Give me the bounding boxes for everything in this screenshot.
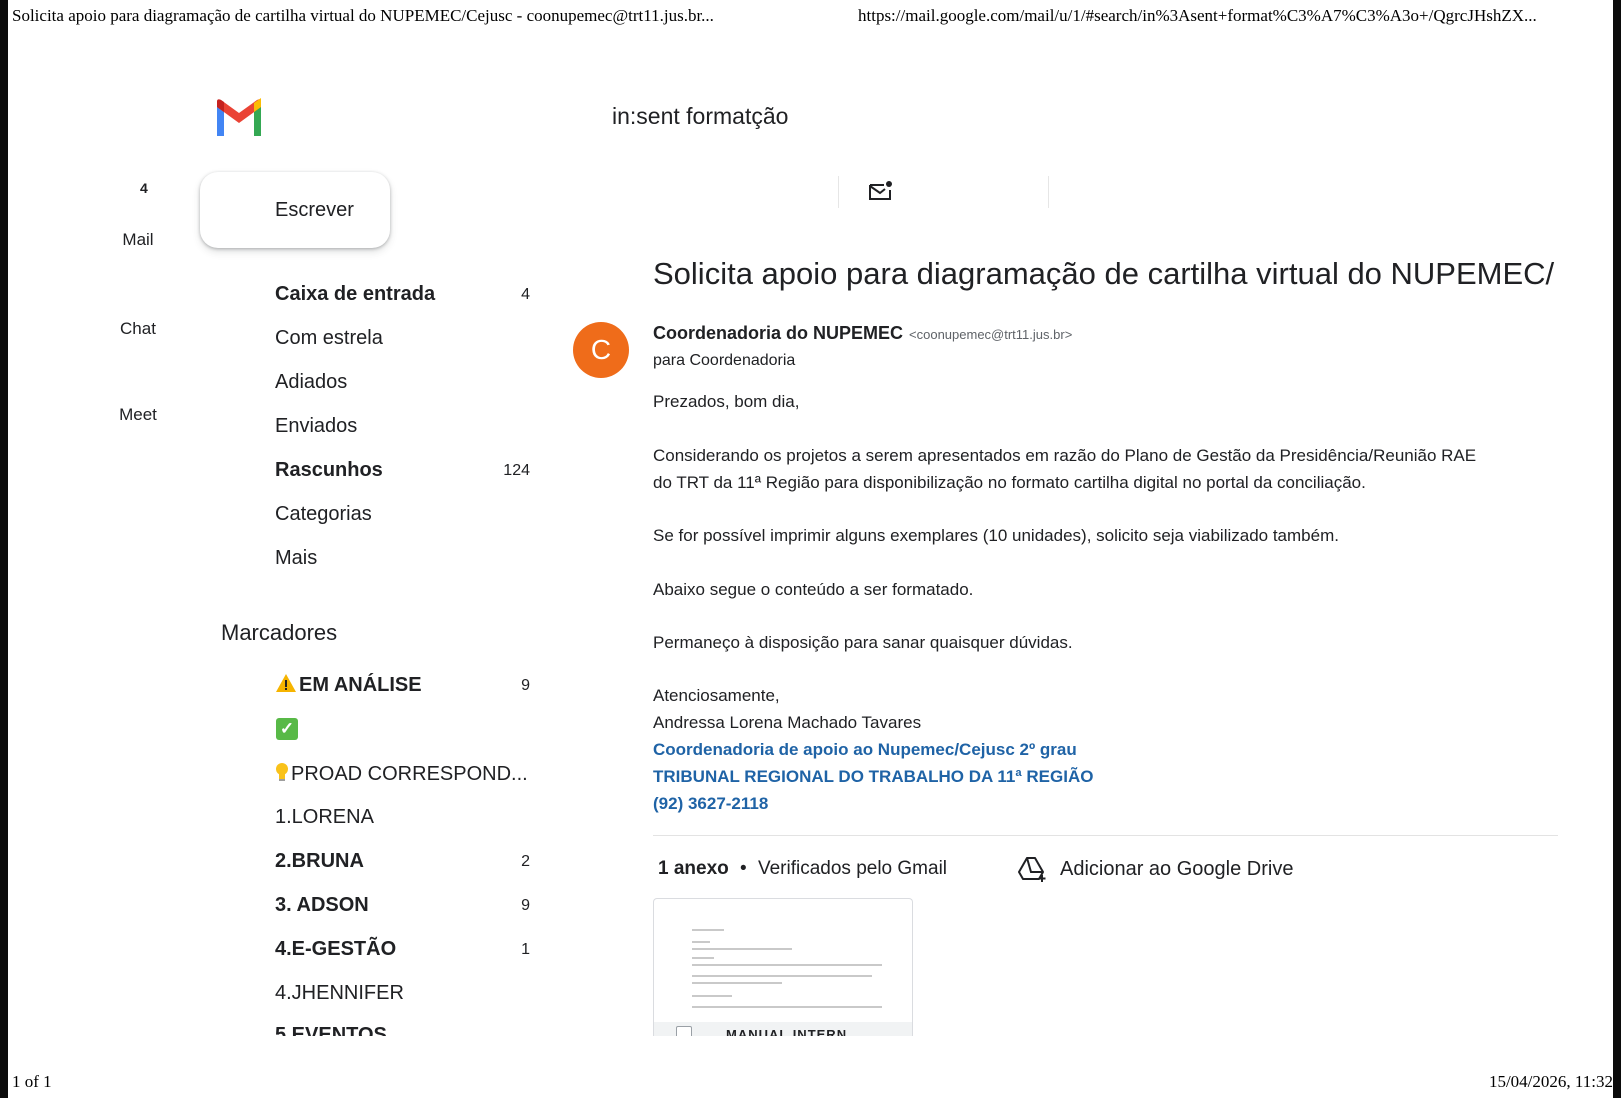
nav-sent[interactable]: Enviados: [275, 415, 357, 438]
label-adson-count: 9: [521, 897, 530, 914]
label-proad[interactable]: PROAD CORRESPOND...: [275, 762, 528, 786]
print-page: Solicita apoio para diagramação de carti…: [8, 0, 1613, 1098]
label-e-gestao[interactable]: 4.E-GESTÃO: [275, 938, 396, 961]
signature-phone: (92) 3627-2118: [653, 794, 769, 813]
print-title: Solicita apoio para diagramação de carti…: [12, 6, 714, 25]
label-bruna-count: 2: [521, 853, 530, 870]
compose-button[interactable]: Escrever: [200, 172, 390, 248]
signature-department: Coordenadoria de apoio ao Nupemec/Cejusc…: [653, 740, 1077, 759]
toolbar-divider: [838, 176, 839, 208]
email-paragraph-2: Se for possível imprimir alguns exemplar…: [653, 526, 1339, 545]
search-query[interactable]: in:sent formatção: [612, 103, 788, 130]
toolbar-divider: [1048, 176, 1049, 208]
attachment-separator: [653, 835, 1558, 836]
nav-drafts-count: 124: [503, 462, 530, 479]
attachment-file-name: MANUAL INTERN...: [726, 1027, 861, 1036]
sender-email: <coonupemec@trt11.jus.br>: [909, 327, 1073, 342]
print-datetime: 15/04/2026, 11:32: [1488, 1072, 1613, 1091]
nav-inbox[interactable]: Caixa de entrada: [275, 283, 435, 306]
nav-starred[interactable]: Com estrela: [275, 327, 383, 350]
thumb-line: [692, 957, 714, 959]
lightbulb-icon: [276, 763, 288, 781]
add-to-drive-button[interactable]: Adicionar ao Google Drive: [1018, 856, 1293, 882]
thumb-line: [692, 995, 732, 997]
thumb-line: [692, 982, 782, 984]
attachment-summary: 1 anexo • Verificados pelo Gmail: [658, 858, 947, 880]
sender-name[interactable]: Coordenadoria do NUPEMEC: [653, 323, 903, 343]
mark-unread-icon[interactable]: [868, 180, 894, 202]
add-to-drive-label: Adicionar ao Google Drive: [1060, 857, 1294, 880]
label-adson[interactable]: 3. ADSON: [275, 894, 369, 917]
check-icon[interactable]: ✓: [276, 718, 298, 740]
signature-name: Andressa Lorena Machado Tavares: [653, 713, 922, 732]
email-paragraph-4: Permaneço à disposição para sanar quaisq…: [653, 633, 1073, 652]
rail-mail[interactable]: Mail: [108, 230, 168, 250]
print-page-number: 1 of 1: [12, 1072, 52, 1091]
print-url: https://mail.google.com/mail/u/1/#search…: [858, 6, 1537, 25]
label-em-analise[interactable]: EM ANÁLISE: [275, 673, 422, 697]
email-paragraph-1b: do TRT da 11ª Região para disponibilizaç…: [653, 473, 1366, 492]
nav-inbox-count: 4: [521, 286, 530, 303]
labels-section-title: Marcadores: [221, 620, 338, 645]
email-paragraph-3: Abaixo segue o conteúdo a ser formatado.: [653, 580, 974, 599]
email-paragraph-1a: Considerando os projetos a serem apresen…: [653, 446, 1477, 465]
attachment-thumbnail[interactable]: MANUAL INTERN...: [653, 898, 913, 1036]
thumb-line: [692, 929, 724, 931]
label-em-analise-count: 9: [521, 677, 530, 694]
email-closing: Atenciosamente,: [653, 686, 780, 705]
thumb-line: [692, 964, 882, 966]
label-jhennifer[interactable]: 4.JHENNIFER: [275, 982, 404, 1005]
thumb-line: [692, 948, 792, 950]
print-header: Solicita apoio para diagramação de carti…: [8, 6, 1613, 30]
email-subject: Solicita apoio para diagramação de carti…: [653, 256, 1555, 291]
label-eventos[interactable]: 5.EVENTOS: [275, 1024, 387, 1036]
label-em-analise-text: EM ANÁLISE: [299, 674, 422, 696]
label-eventos-clip: 5.EVENTOS: [275, 1024, 405, 1036]
label-lorena[interactable]: 1.LORENA: [275, 806, 374, 829]
thumb-line: [692, 941, 710, 943]
warning-icon: [276, 674, 296, 692]
sender-avatar[interactable]: C: [573, 322, 629, 378]
nav-snoozed[interactable]: Adiados: [275, 371, 347, 394]
nav-drafts[interactable]: Rascunhos: [275, 459, 383, 482]
compose-label: Escrever: [275, 198, 354, 221]
nav-more[interactable]: Mais: [275, 547, 317, 570]
drive-add-icon: [1018, 857, 1046, 882]
label-e-gestao-count: 1: [521, 941, 530, 958]
attachment-dot: •: [740, 858, 747, 879]
rail-meet[interactable]: Meet: [108, 405, 168, 425]
nav-categories[interactable]: Categorias: [275, 503, 372, 526]
thumb-line: [692, 1006, 882, 1008]
mail-unread-badge: 4: [140, 180, 148, 196]
rail-chat[interactable]: Chat: [108, 319, 168, 339]
attachment-count: 1 anexo: [658, 858, 729, 879]
sender-line: Coordenadoria do NUPEMEC <coonupemec@trt1…: [653, 323, 1072, 344]
file-icon: [676, 1026, 692, 1036]
attachment-scanned: Verificados pelo Gmail: [757, 858, 948, 879]
recipient-line[interactable]: para Coordenadoria: [653, 352, 795, 370]
signature-organization: TRIBUNAL REGIONAL DO TRABALHO DA 11ª REG…: [653, 767, 1094, 786]
label-bruna[interactable]: 2.BRUNA: [275, 850, 364, 873]
thumb-line: [692, 975, 872, 977]
gmail-logo-icon[interactable]: [214, 98, 264, 136]
label-proad-text: PROAD CORRESPOND...: [291, 763, 528, 785]
attachment-name-bar: MANUAL INTERN...: [654, 1022, 912, 1036]
email-greeting: Prezados, bom dia,: [653, 392, 800, 411]
